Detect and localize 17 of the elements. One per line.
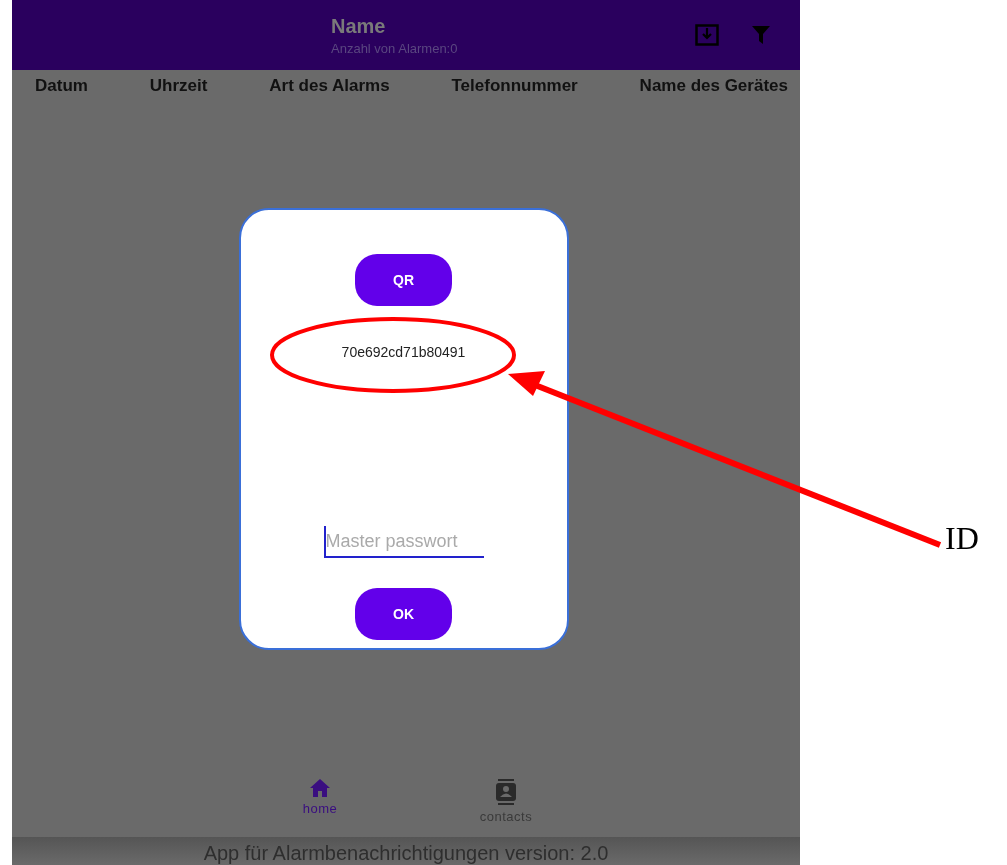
filter-icon xyxy=(752,26,770,44)
qr-button[interactable]: QR xyxy=(355,254,452,306)
ok-button[interactable]: OK xyxy=(355,588,452,640)
version-text: App für Alarmbenachrichtigungen version: 2.0 xyxy=(203,841,609,865)
column-header: Art des Alarms xyxy=(269,76,390,96)
download-icon xyxy=(695,24,719,46)
column-header: Uhrzeit xyxy=(149,76,208,96)
column-header: Telefonnummer xyxy=(451,76,578,96)
password-field[interactable]: Master passwort xyxy=(323,526,484,558)
contacts-icon xyxy=(495,779,517,805)
alarm-count: Anzahl von Alarmen:0 xyxy=(331,40,459,56)
column-header: Name des Gerätes xyxy=(639,76,788,96)
column-header: Datum xyxy=(35,76,88,96)
app-title: Name xyxy=(331,14,387,38)
device-id: 70e692cd71b80491 xyxy=(341,344,466,360)
annotation-label: ID xyxy=(945,520,979,557)
home-icon xyxy=(310,779,330,797)
